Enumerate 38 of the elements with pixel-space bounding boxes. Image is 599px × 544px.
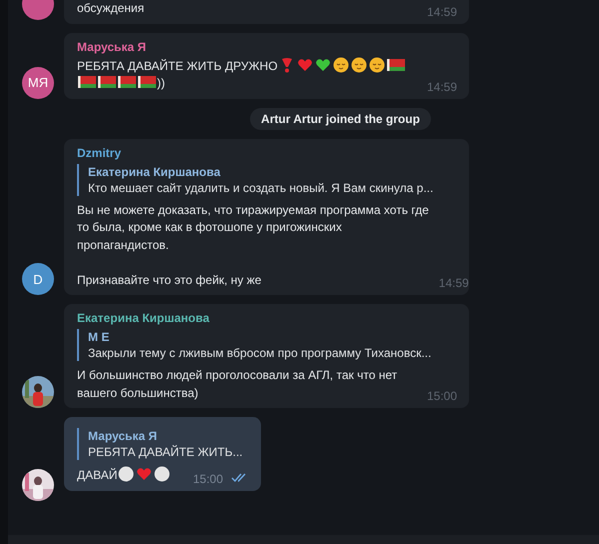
smiley-icon [350, 56, 367, 72]
sender-name: Dzmitry [77, 146, 122, 160]
smiley-icon [368, 56, 385, 72]
reply-author: Маруська Я [88, 429, 158, 443]
service-message: Artur Artur joined the group [250, 108, 431, 130]
message-time: 15:00 [426, 389, 457, 403]
message-time: 15:00 [192, 472, 223, 486]
reply-quote[interactable]: М Е Закрыли тему с лживым вбросом про программу Тихановск... [77, 329, 457, 361]
flag-icon [138, 76, 156, 88]
reply-author: Екатерина Киршанова [88, 164, 222, 178]
smiley-icon [332, 56, 349, 72]
reply-quote[interactable]: Екатерина Киршанова Кто мешает сайт удалить и создать новый. Я Вам скинула р... [77, 164, 457, 196]
flag-icon [78, 76, 96, 88]
heart-icon [314, 56, 331, 72]
reply-quote[interactable]: Маруська Я РЕБЯТА ДАВАЙТЕ ЖИТЬ... [77, 428, 249, 460]
sender-name: Маруська Я [77, 40, 148, 54]
message-text: И большинство людей проголосовали за АГЛ, так что нет вашего большинства) [77, 368, 398, 400]
avatar[interactable]: МЯ [22, 66, 54, 98]
message-time: 14:59 [438, 276, 469, 290]
circle-icon [154, 466, 170, 482]
circle-icon [118, 466, 134, 482]
message-text: обсуждения [77, 1, 144, 15]
reply-author: М Е [88, 330, 110, 344]
sender-name: Екатерина Киршанова [77, 311, 210, 325]
heart-icon [136, 466, 152, 482]
message-time: 14:59 [426, 4, 457, 18]
message-text: ДАВАЙ [77, 468, 118, 482]
heart-icon [296, 56, 313, 72]
flag-icon [386, 58, 405, 70]
flag-icon [98, 76, 116, 88]
message-time: 14:59 [426, 80, 457, 94]
message-text: РЕБЯТА ДАВАЙТЕ ЖИТЬ ДРУЖНО [77, 58, 278, 72]
reply-text: РЕБЯТА ДАВАЙТЕ ЖИТЬ... [88, 445, 244, 459]
flag-icon [118, 76, 136, 88]
message-text: )) [157, 76, 165, 90]
reply-text: Кто мешает сайт удалить и создать новый. Я Вам скинула р... [88, 180, 434, 194]
message-text: Вы не можете доказать, что тиражируемая программа хоть где то была, кроме как в фотошопе у пригожинских пропагандистов. Признавайте что это фейк, ну же [77, 202, 429, 286]
reply-text: Закрыли тему с лживым вбросом про программу Тихановск... [88, 346, 432, 360]
